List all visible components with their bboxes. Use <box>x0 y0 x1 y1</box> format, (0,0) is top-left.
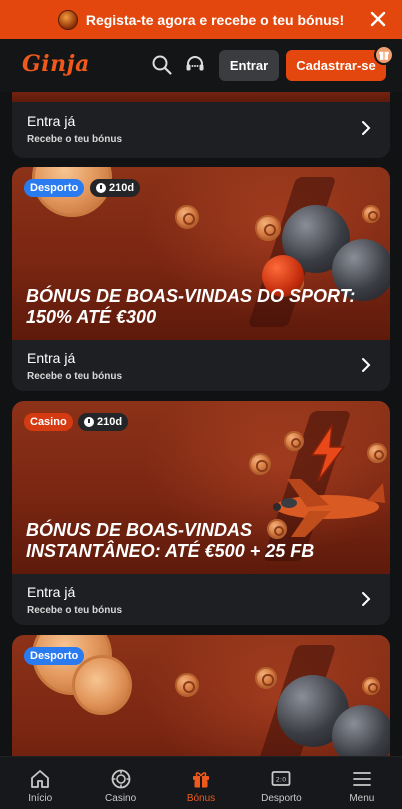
coin-icon <box>367 443 387 463</box>
coin-icon <box>255 667 277 689</box>
category-badge: Desporto <box>24 647 85 665</box>
bonus-card[interactable]: Desporto 210d BÓNUS DE BOAS-VINDAS DO SP… <box>12 167 390 391</box>
bonus-card-footer[interactable]: Entra já Recebe o teu bónus <box>12 103 390 155</box>
search-icon[interactable] <box>151 54 173 76</box>
basketball-icon <box>57 9 78 30</box>
gift-badge-icon <box>374 45 394 65</box>
home-icon <box>31 770 50 788</box>
soccer-ball-icon <box>332 705 390 756</box>
bonus-title-line: BÓNUS DE BOAS-VINDAS <box>26 520 253 540</box>
bonus-card-image: Desporto 210d BÓNUS DE BOAS-VINDAS DO SP… <box>12 167 390 340</box>
claim-label: Entra já <box>27 584 76 600</box>
promo-banner[interactable]: Regista-te agora e recebe o teu bónus! <box>0 0 402 39</box>
bottom-nav: Início Casino Bónus 2:0 Desporto Menu <box>0 756 402 809</box>
close-icon[interactable] <box>368 9 388 29</box>
ginja-logo[interactable]: Ginja <box>22 51 90 77</box>
chevron-right-icon[interactable] <box>360 590 372 608</box>
promo-text: Regista-te agora e recebe o teu bónus! <box>85 11 345 28</box>
chevron-right-icon[interactable] <box>360 119 372 137</box>
nav-item-bonus[interactable]: Bónus <box>161 757 241 809</box>
nav-item-casino[interactable]: Casino <box>80 757 160 809</box>
nav-item-inicio[interactable]: Início <box>0 757 80 809</box>
bonus-card[interactable]: Entra já Recebe o teu bónus <box>12 92 390 158</box>
bonus-card[interactable]: Casino 210d BÓNUS DE BOAS-VINDAS INSTANT… <box>12 401 390 625</box>
nav-label: Início <box>28 793 53 804</box>
login-button[interactable]: Entrar <box>219 50 279 81</box>
nav-item-desporto[interactable]: 2:0 Desporto <box>241 757 321 809</box>
bonus-title-line: 150% ATÉ €300 <box>26 307 157 327</box>
bonus-card-image: Casino 210d BÓNUS DE BOAS-VINDAS INSTANT… <box>12 401 390 574</box>
nav-label: Casino <box>105 793 137 804</box>
support-headset-icon[interactable] <box>184 54 206 76</box>
coin-icon <box>362 205 380 223</box>
bonus-card-footer[interactable]: Entra já Recebe o teu bónus <box>12 574 390 625</box>
duration-text: 210d <box>97 416 123 428</box>
claim-sublabel: Recebe o teu bónus <box>27 605 123 616</box>
claim-sublabel: Recebe o teu bónus <box>27 371 123 382</box>
category-badge: Desporto <box>24 179 85 197</box>
casino-chip-icon <box>111 769 131 789</box>
duration-badge: 210d <box>78 413 129 431</box>
nav-label: Menu <box>349 793 375 804</box>
coin-icon <box>72 655 132 715</box>
coin-icon <box>362 677 380 695</box>
clock-icon <box>84 417 94 427</box>
coin-icon <box>175 673 199 697</box>
claim-label: Entra já <box>27 350 76 366</box>
bonus-title: BÓNUS DE BOAS-VINDAS INSTANTÂNEO: ATÉ €5… <box>26 520 386 562</box>
coin-icon <box>175 205 199 229</box>
bonus-title-line: INSTANTÂNEO: ATÉ €500 + 25 FB <box>26 541 315 561</box>
bonus-list: Entra já Recebe o teu bónus Desporto 210… <box>0 92 402 756</box>
coin-icon <box>255 215 281 241</box>
svg-text:2:0: 2:0 <box>276 776 286 784</box>
nav-label: Bónus <box>186 793 216 804</box>
bonus-card-footer[interactable]: Entra já Recebe o teu bónus <box>12 340 390 391</box>
clock-icon <box>96 183 106 193</box>
chevron-right-icon[interactable] <box>360 356 372 374</box>
duration-text: 210d <box>109 182 135 194</box>
scoreboard-icon: 2:0 <box>272 771 291 786</box>
claim-label: Entra já <box>27 113 76 129</box>
bonus-card[interactable]: Desporto <box>12 635 390 756</box>
signup-button[interactable]: Cadastrar-se <box>286 50 386 81</box>
top-header: Ginja Entrar Cadastrar-se <box>0 39 402 92</box>
duration-badge: 210d <box>90 179 141 197</box>
category-badge: Casino <box>24 413 73 431</box>
menu-icon <box>352 772 371 786</box>
nav-item-menu[interactable]: Menu <box>322 757 402 809</box>
bonus-card-image <box>12 92 390 102</box>
coin-icon <box>284 431 304 451</box>
nav-label: Desporto <box>261 793 302 804</box>
bonus-card-image: Desporto <box>12 635 390 756</box>
gift-icon <box>193 772 210 788</box>
bonus-title-line: BÓNUS DE BOAS-VINDAS DO SPORT: <box>26 286 356 306</box>
bonus-title: BÓNUS DE BOAS-VINDAS DO SPORT: 150% ATÉ … <box>26 286 386 328</box>
claim-sublabel: Recebe o teu bónus <box>27 134 123 145</box>
